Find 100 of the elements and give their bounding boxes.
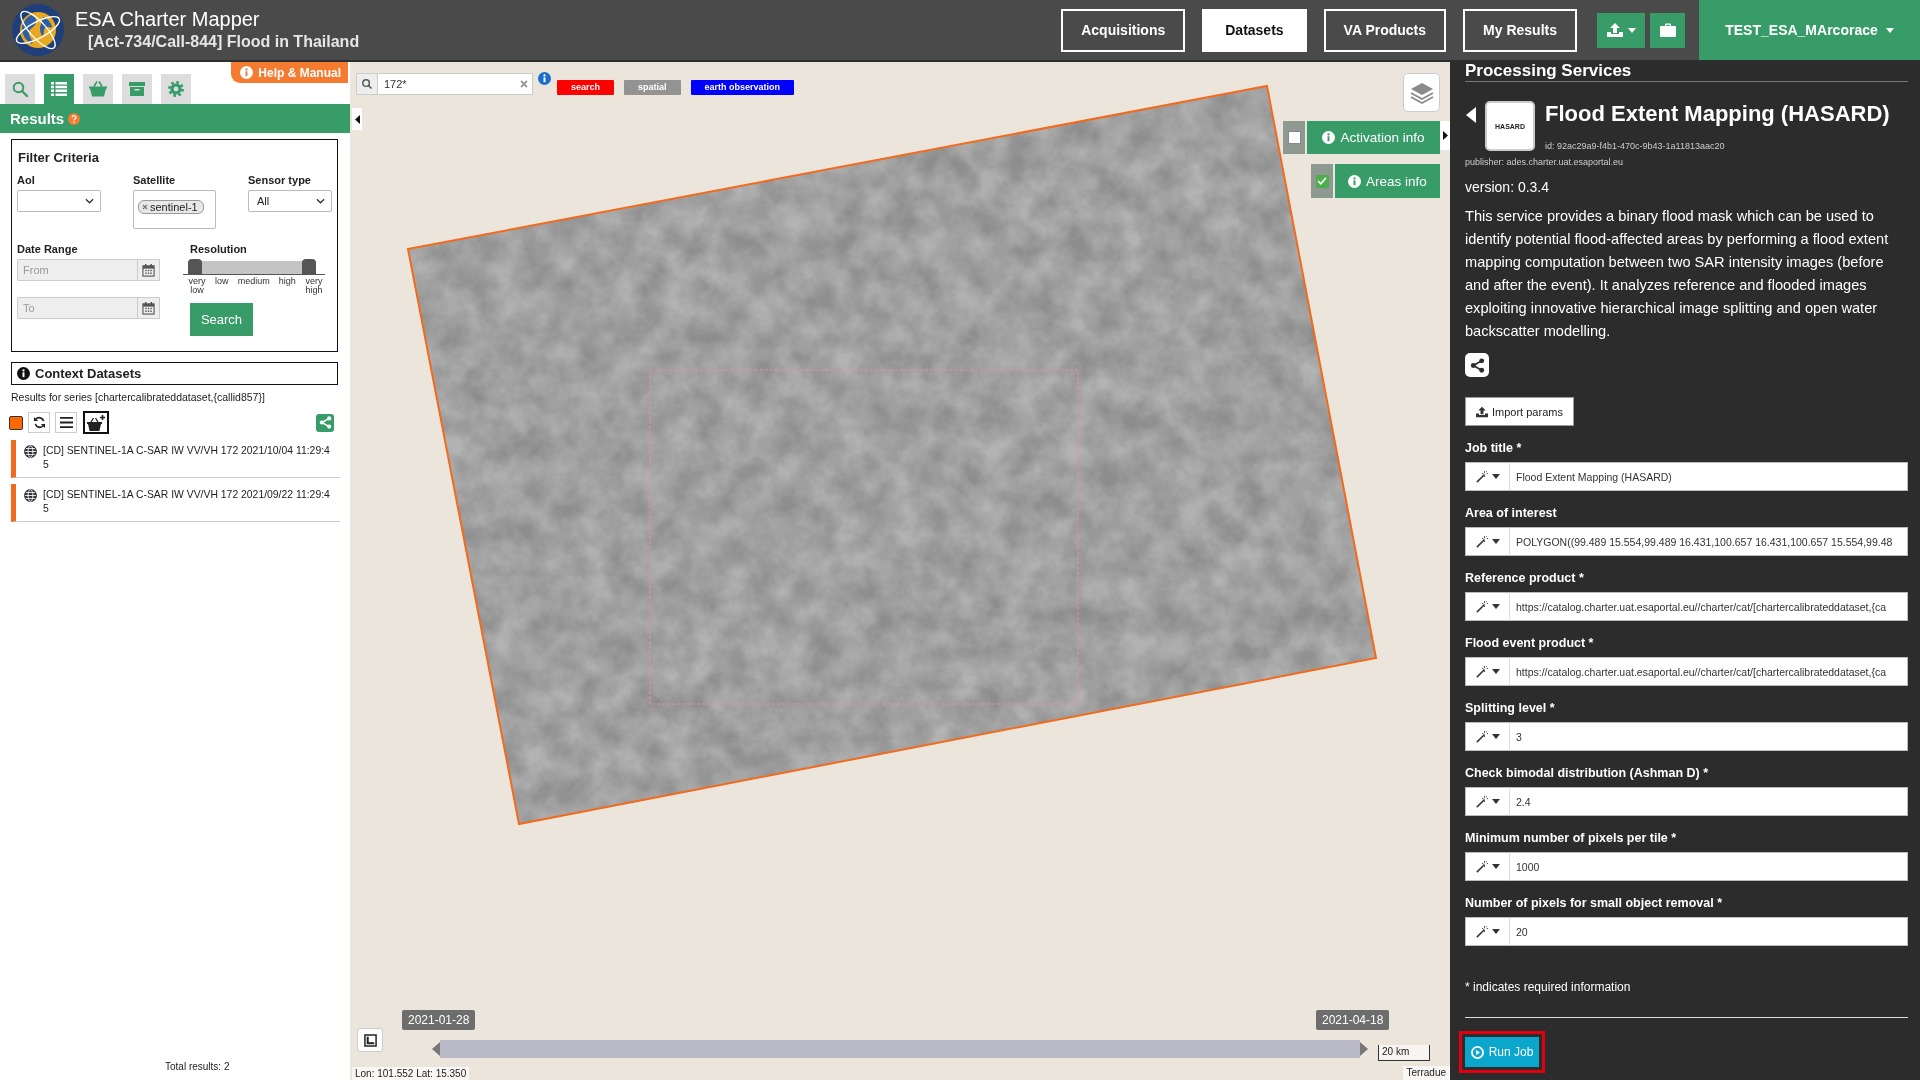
context-datasets-header[interactable]: Context Datasets <box>11 362 338 385</box>
input-field[interactable]: 20 <box>1510 917 1908 946</box>
panel-tab[interactable] <box>5 74 35 104</box>
calendar-icon <box>142 263 155 277</box>
date-from-field[interactable]: From <box>17 259 137 281</box>
map-background[interactable]: 172* search spatial earth observation Activation info Areas info 2021-01-28 2021-04-18 20 km Lon: 101.552 Lat: 15.350 Terradue <box>350 62 1450 1080</box>
tick-label: medium <box>237 277 270 286</box>
refresh-button[interactable] <box>28 412 50 433</box>
chevron-down-icon <box>85 198 94 204</box>
results-title: Results <box>10 110 65 127</box>
share-button[interactable] <box>1465 353 1489 377</box>
panel-tab[interactable] <box>161 74 191 104</box>
panel-toggle-button[interactable] <box>352 108 362 130</box>
checkbox[interactable] <box>1283 121 1305 154</box>
caret-down-icon <box>1885 27 1894 33</box>
field-label: Flood event product * <box>1465 635 1595 651</box>
field-label: Date Range <box>17 243 79 256</box>
zoom-extent-button[interactable] <box>357 1028 383 1052</box>
refresh-icon <box>32 416 46 429</box>
settings-icon <box>168 81 184 97</box>
nav-tab[interactable]: My Results <box>1463 8 1577 52</box>
wand-icon <box>1475 795 1488 808</box>
slider-handle[interactable] <box>188 259 202 274</box>
satellite-field[interactable]: sentinel-1 <box>133 190 216 229</box>
input-field[interactable]: https://catalog.charter.uat.esaportal.eu//charter/cat/[chartercalibrateddataset,{ca <box>1510 657 1908 686</box>
wand-icon <box>1475 730 1488 743</box>
calendar-button[interactable] <box>137 297 160 319</box>
field-label: AoI <box>17 174 36 187</box>
import-params-button[interactable]: Import params <box>1465 397 1574 426</box>
search-field[interactable]: 172* <box>378 73 533 95</box>
coordinates-label: Lon: 101.552 Lat: 15.350 <box>352 1067 470 1080</box>
basket-icon <box>89 81 107 97</box>
wand-icon <box>1475 535 1488 548</box>
wand-dropdown-button[interactable] <box>1465 787 1510 816</box>
wand-dropdown-button[interactable] <box>1465 527 1510 556</box>
info-icon[interactable] <box>538 72 551 85</box>
list-view-button[interactable] <box>55 412 77 433</box>
satellite-tag[interactable]: sentinel-1 <box>138 200 204 214</box>
result-title: [CD] SENTINEL-1A C-SAR IW VV/VH 172 2021/10/04 11:29:45 <box>43 444 330 472</box>
wand-dropdown-button[interactable] <box>1465 917 1510 946</box>
share-icon <box>318 416 332 429</box>
slider-handle[interactable] <box>302 259 316 274</box>
play-icon <box>1470 1045 1484 1059</box>
panel-tab[interactable] <box>83 74 113 104</box>
panel-tab[interactable] <box>122 74 152 104</box>
result-item[interactable]: [CD] SENTINEL-1A C-SAR IW VV/VH 172 2021/10/04 11:29:45 <box>11 440 340 478</box>
nav-tab[interactable]: VA Products <box>1323 8 1447 52</box>
search-icon <box>12 81 28 97</box>
input-field[interactable]: Flood Extent Mapping (HASARD) <box>1510 462 1908 491</box>
nav-tab[interactable]: Acquisitions <box>1061 8 1186 52</box>
result-title: [CD] SENTINEL-1A C-SAR IW VV/VH 172 2021/09/22 11:29:45 <box>43 488 330 516</box>
wand-dropdown-button[interactable] <box>1465 657 1510 686</box>
sensor-type-select[interactable]: All <box>248 190 332 212</box>
input-field[interactable]: https://catalog.charter.uat.esaportal.eu//charter/cat/[chartercalibrateddataset,{ca <box>1510 592 1908 621</box>
field-label: Number of pixels for small object removal * <box>1465 895 1724 911</box>
wand-dropdown-button[interactable] <box>1465 592 1510 621</box>
result-item[interactable]: [CD] SENTINEL-1A C-SAR IW VV/VH 172 2021/09/22 11:29:45 <box>11 484 340 522</box>
wand-dropdown-button[interactable] <box>1465 722 1510 751</box>
panel-toggle-button[interactable] <box>1440 121 1450 150</box>
chevron-down-icon <box>316 198 325 204</box>
wand-dropdown-button[interactable] <box>1465 852 1510 881</box>
nav-tab[interactable]: Datasets <box>1202 8 1307 52</box>
series-color-swatch[interactable] <box>9 415 23 430</box>
caret-down-icon <box>1491 864 1500 869</box>
checkbox[interactable] <box>1311 164 1333 198</box>
globe-icon <box>24 445 37 458</box>
upload-icon <box>1476 405 1488 418</box>
date-to-field[interactable]: To <box>17 297 137 319</box>
upload-menu-button[interactable] <box>1597 12 1645 48</box>
timeline-slider[interactable] <box>432 1040 1368 1058</box>
add-to-basket-button[interactable] <box>83 411 109 434</box>
help-icon[interactable] <box>68 112 81 125</box>
globe-icon <box>24 489 37 502</box>
version-label: version: 0.3.4 <box>1465 179 1550 195</box>
briefcase-button[interactable] <box>1650 12 1685 48</box>
calendar-button[interactable] <box>137 259 160 281</box>
date-label: 2021-01-28 <box>402 1010 476 1030</box>
resolution-slider[interactable] <box>183 259 325 275</box>
input-field[interactable]: 2.4 <box>1510 787 1908 816</box>
caret-down-icon <box>1491 604 1500 609</box>
app-title: ESA Charter Mapper <box>75 7 261 31</box>
clear-icon[interactable] <box>520 80 528 88</box>
input-field[interactable]: POLYGON((99.489 15.554,99.489 16.431,100.657 16.431,100.657 15.554,99.48 <box>1510 527 1908 556</box>
panel-tab[interactable] <box>44 74 74 104</box>
layers-button[interactable] <box>1403 73 1440 112</box>
remove-icon[interactable] <box>142 204 148 210</box>
filter-title: Filter Criteria <box>18 150 100 166</box>
input-field[interactable]: 1000 <box>1510 852 1908 881</box>
filter-tag[interactable]: earth observation <box>690 80 795 95</box>
input-field[interactable]: 3 <box>1510 722 1908 751</box>
field-label: Check bimodal distribution (Ashman D) * <box>1465 765 1710 781</box>
field-label: Job title * <box>1465 440 1523 456</box>
caret-down-icon <box>1491 669 1500 674</box>
field-label: Resolution <box>190 243 248 256</box>
info-icon <box>17 367 30 380</box>
filter-tag[interactable]: search <box>557 80 615 95</box>
wand-dropdown-button[interactable] <box>1465 462 1510 491</box>
wand-icon <box>1475 925 1488 938</box>
back-button[interactable] <box>1466 107 1476 123</box>
share-icon <box>1469 357 1485 373</box>
